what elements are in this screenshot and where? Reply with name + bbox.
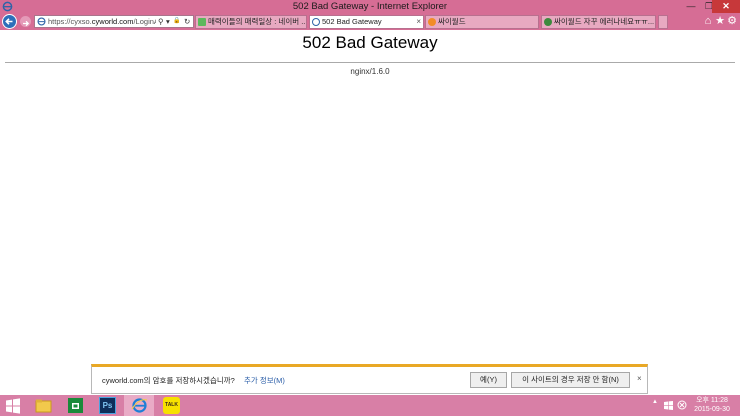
divider [5, 62, 735, 63]
tab-naver-blog[interactable]: 매력이들의 매력일상 : 네이버 ... [195, 15, 307, 29]
back-arrow-icon [5, 18, 13, 25]
tab-label: 매력이들의 매력일상 : 네이버 ... [208, 17, 307, 26]
back-button[interactable] [2, 14, 17, 29]
internet-explorer-icon [312, 18, 320, 26]
page-title: 502 Bad Gateway [302, 33, 438, 52]
notification-message: cyworld.com의 암호를 저장하시겠습니까? [102, 376, 235, 385]
taskbar: Ps TALK ▲ 오후 11:28 2015-09-30 [0, 395, 740, 416]
internet-explorer-icon [131, 398, 148, 413]
close-tab-icon[interactable]: × [416, 16, 421, 28]
address-bar[interactable]: https://cyxso.cyworld.com/LoginA ⚲ ▾ 🔒 ↻ [34, 15, 194, 28]
tray-expand-icon[interactable]: ▲ [652, 399, 658, 405]
address-input[interactable]: https://cyxso.cyworld.com/LoginA [48, 16, 156, 27]
tab-label: 502 Bad Gateway [322, 17, 382, 26]
tab-label: 싸이월드 [438, 17, 466, 26]
new-tab-button[interactable] [658, 15, 668, 29]
window-title: 502 Bad Gateway - Internet Explorer [292, 1, 448, 12]
refresh-icon[interactable]: ↻ [184, 16, 190, 27]
tab-label: 싸이월드 자꾸 에러나네요ㅠㅠ... [554, 17, 655, 26]
navigation-bar: https://cyxso.cyworld.com/LoginA ⚲ ▾ 🔒 ↻… [0, 13, 740, 30]
folder-icon [35, 399, 52, 413]
chevron-down-icon[interactable]: ▾ [166, 16, 170, 27]
url-prefix: https://cyxso. [48, 17, 92, 26]
tab-502-bad-gateway[interactable]: 502 Bad Gateway × [309, 15, 424, 29]
close-notification-icon[interactable]: × [637, 374, 642, 383]
close-button[interactable]: ✕ [712, 0, 740, 13]
clock-time: 오후 11:28 [696, 397, 728, 404]
yes-button[interactable]: 예(Y) [470, 372, 507, 388]
more-info-link[interactable]: 추가 정보(M) [244, 375, 285, 386]
taskbar-file-explorer[interactable] [28, 395, 58, 416]
browser-window: 502 Bad Gateway - Internet Explorer — ❐ … [0, 0, 740, 416]
kakaotalk-icon: TALK [163, 397, 180, 414]
save-password-notification: cyworld.com의 암호를 저장하시겠습니까? 추가 정보(M) 예(Y)… [91, 364, 648, 394]
lock-icon[interactable]: 🔒 [173, 16, 180, 27]
taskbar-internet-explorer[interactable] [124, 395, 154, 416]
server-signature: nginx/1.6.0 [350, 67, 390, 76]
cyworld-icon [428, 18, 436, 26]
store-icon [68, 398, 83, 413]
page-content: 502 Bad Gateway nginx/1.6.0 [0, 30, 740, 364]
search-icon[interactable]: ⚲ [158, 16, 164, 27]
windows-start-icon[interactable] [5, 398, 21, 414]
windows-flag-icon[interactable] [664, 401, 673, 410]
favorites-icon[interactable]: ★ [714, 15, 726, 27]
gear-icon[interactable]: ⚙ [726, 15, 738, 27]
tab-cyworld[interactable]: 싸이월드 [425, 15, 539, 29]
forward-arrow-icon [23, 20, 30, 27]
taskbar-kakaotalk[interactable]: TALK [156, 395, 186, 416]
naver-icon [198, 18, 206, 26]
forward-button[interactable] [20, 16, 31, 27]
site-icon [544, 18, 552, 26]
home-icon[interactable]: ⌂ [702, 15, 714, 27]
photoshop-icon: Ps [99, 397, 116, 414]
system-clock[interactable]: 오후 11:28 2015-09-30 [686, 396, 738, 414]
url-domain: cyworld.com [91, 17, 134, 26]
clock-date: 2015-09-30 [694, 406, 730, 413]
internet-explorer-icon [37, 17, 46, 26]
taskbar-store[interactable] [60, 395, 90, 416]
title-bar: 502 Bad Gateway - Internet Explorer — ❐ … [0, 0, 740, 13]
never-save-button[interactable]: 이 사이트의 경우 저장 안 함(N) [511, 372, 630, 388]
taskbar-photoshop[interactable]: Ps [92, 395, 122, 416]
tab-cyworld-error-post[interactable]: 싸이월드 자꾸 에러나네요ㅠㅠ... [541, 15, 656, 29]
url-rest: /LoginA [133, 17, 156, 26]
